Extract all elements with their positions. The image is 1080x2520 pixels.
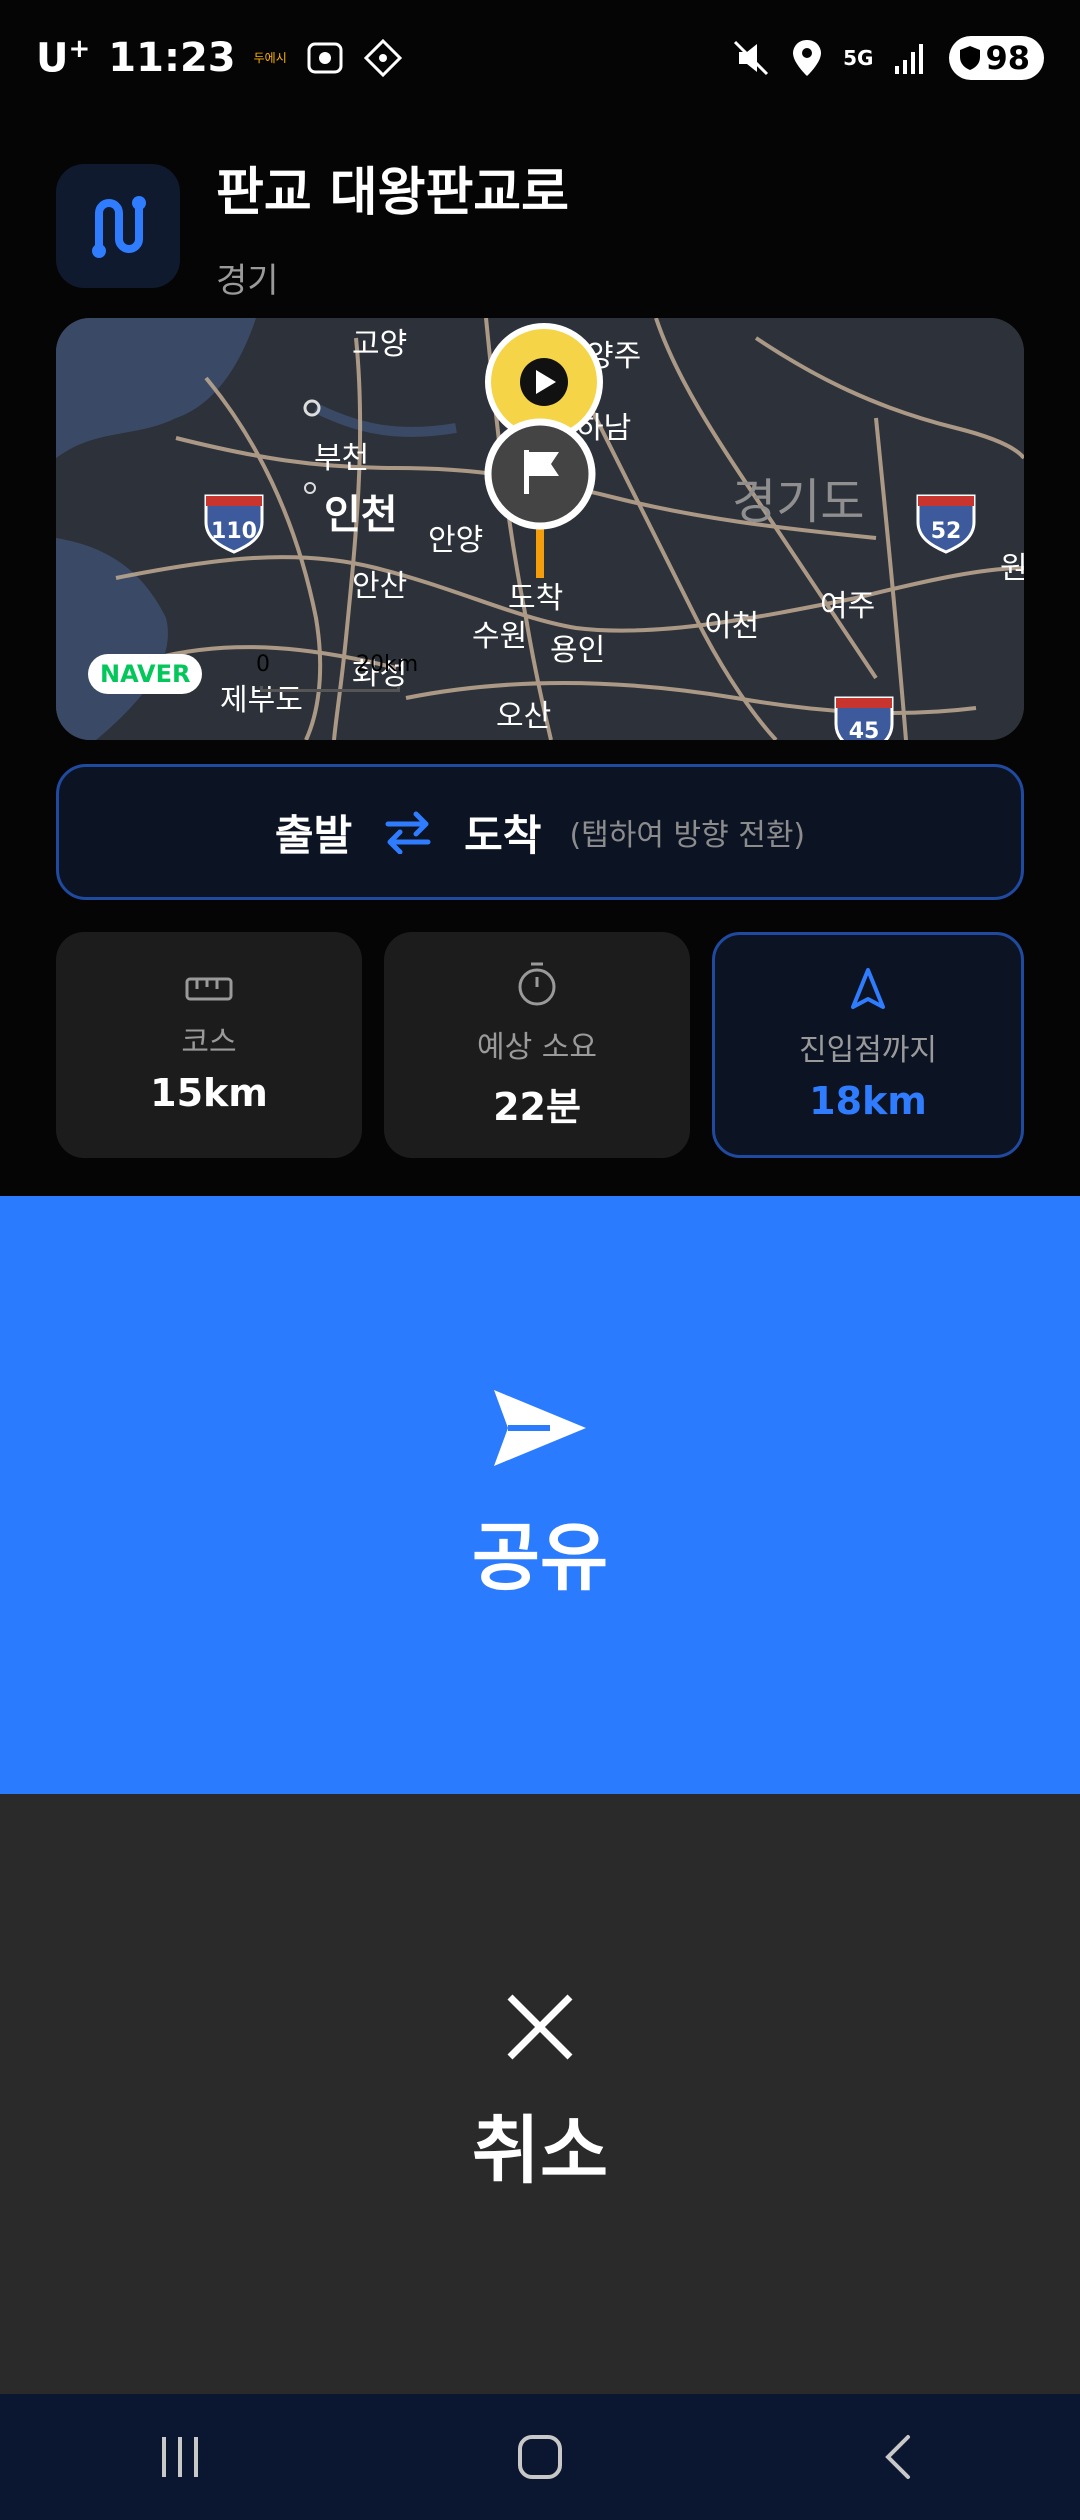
stat-value: 15km <box>150 1071 268 1115</box>
stopwatch-icon <box>518 962 556 1005</box>
navigation-arrow-icon <box>851 968 885 1009</box>
map-label: 고양 <box>352 327 407 362</box>
highway-shield: 110 <box>204 494 264 554</box>
route-icon <box>92 196 146 258</box>
share-label: 공유 <box>471 1514 609 1601</box>
map-label: 경기도 <box>732 474 864 530</box>
cancel-label: 취소 <box>471 2107 609 2194</box>
scale-distance: 20km <box>356 652 419 677</box>
mute-icon <box>734 40 769 76</box>
route-title: 판교 대왕판교로 <box>216 163 569 223</box>
stat-course: 코스 15km <box>56 932 362 1158</box>
svg-text:52: 52 <box>931 519 962 544</box>
system-nav-bar <box>0 2394 1080 2520</box>
map-label: 용인 <box>550 633 605 668</box>
back-icon[interactable] <box>870 2427 930 2487</box>
app-notification-icon <box>363 38 402 78</box>
direction-toggle-button[interactable]: 출발 도착 (탭하여 방향 전환) <box>56 764 1024 900</box>
naver-logo-badge: NAVER <box>88 654 203 694</box>
map-label: 오산 <box>496 699 551 734</box>
map-label: 이천 <box>704 609 759 644</box>
map-label: 원 <box>1000 551 1024 586</box>
map-label: 부천 <box>314 441 369 476</box>
clock: 11:23 <box>108 34 236 81</box>
stat-duration: 예상 소요 22분 <box>384 932 690 1158</box>
stat-to-entry: 진입점까지 18km <box>712 932 1024 1158</box>
svg-text:110: 110 <box>211 519 257 544</box>
route-stats: 코스 15km 예상 소요 22분 진입점까지 18km <box>56 932 1024 1158</box>
home-icon[interactable] <box>510 2427 570 2487</box>
stat-label: 진입점까지 <box>799 1033 937 1068</box>
map-label: 도착 <box>508 581 563 616</box>
scale-bar <box>260 686 400 692</box>
route-header: 판교 대왕판교로 경기 <box>56 150 569 302</box>
signal-icon <box>895 44 924 74</box>
send-icon <box>494 1389 586 1466</box>
screen: U+ 11:23 두에시 5G 98 판교 대왕판교로 경기 110 52 45… <box>0 0 1080 2520</box>
battery-indicator: 98 <box>949 36 1044 80</box>
stat-label: 코스 <box>181 1025 237 1060</box>
cancel-button[interactable]: 취소 <box>0 1794 1080 2394</box>
carrier-label: U+ <box>36 34 91 82</box>
notification-badge: 두에시 <box>253 51 287 66</box>
shield-icon <box>960 46 981 70</box>
location-icon <box>793 40 822 76</box>
battery-level: 98 <box>985 39 1030 77</box>
screenshot-icon <box>307 42 343 74</box>
svg-text:45: 45 <box>849 719 880 740</box>
direction-from-label: 출발 <box>274 810 353 860</box>
route-app-icon <box>56 164 180 288</box>
recent-apps-icon[interactable] <box>150 2427 210 2487</box>
scale-zero: 0 <box>256 652 270 677</box>
stat-value: 22분 <box>493 1084 581 1129</box>
stat-label: 예상 소요 <box>477 1029 597 1065</box>
map-label: 안산 <box>352 569 407 604</box>
route-region: 경기 <box>216 261 279 301</box>
network-type: 5G <box>843 46 874 70</box>
route-map[interactable]: 110 52 45 고양 양주 하남 부천 인천 안양 경기도 안산 도착 수원… <box>56 318 1024 740</box>
map-label: 안양 <box>428 523 483 558</box>
direction-hint: (탭하여 방향 전환) <box>569 818 806 853</box>
share-button[interactable]: 공유 <box>0 1196 1080 1794</box>
map-label: 여주 <box>820 589 875 624</box>
close-icon <box>507 1994 573 2059</box>
highway-shield: 45 <box>834 696 894 740</box>
direction-to-label: 도착 <box>464 810 542 860</box>
status-bar: U+ 11:23 두에시 5G 98 <box>0 0 1080 116</box>
map-label: 인천 <box>324 492 398 538</box>
swap-arrows-icon <box>385 811 431 854</box>
stat-value: 18km <box>809 1079 927 1123</box>
map-label: 수원 <box>472 619 527 654</box>
ruler-icon <box>185 977 233 1001</box>
